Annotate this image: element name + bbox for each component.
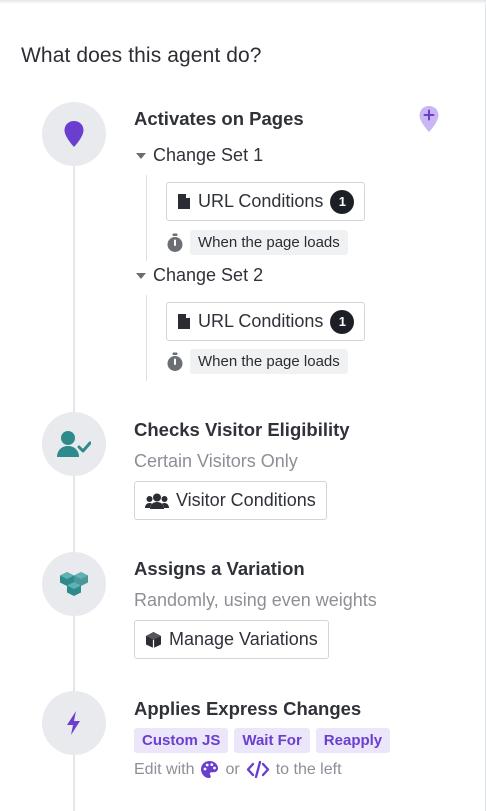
- change-set-2-toggle[interactable]: Change Set 2: [136, 265, 263, 286]
- tag-custom-js[interactable]: Custom JS: [134, 728, 229, 753]
- trigger-row-1: When the page loads: [166, 230, 348, 255]
- step-express-circle: [42, 691, 106, 755]
- user-check-icon: [57, 431, 91, 457]
- file-icon: [178, 194, 190, 209]
- stopwatch-icon: [167, 233, 183, 252]
- step-eligibility-title: Checks Visitor Eligibility: [134, 419, 350, 440]
- url-conditions-button-2[interactable]: URL Conditions 1: [166, 302, 366, 341]
- change-set-1-rail: [146, 175, 147, 261]
- edit-hint-suffix: to the left: [275, 760, 342, 778]
- visitor-conditions-label: Visitor Conditions: [176, 490, 316, 510]
- tag-wait-for[interactable]: Wait For: [234, 728, 310, 753]
- edit-hint-prefix: Edit with: [134, 760, 195, 778]
- edit-hint: Edit with or to the left: [134, 760, 342, 779]
- step-variation-title: Assigns a Variation: [134, 558, 305, 579]
- step-variation-subtitle: Randomly, using even weights: [134, 590, 377, 610]
- edit-hint-or: or: [225, 760, 240, 778]
- caret-down-icon: [136, 152, 146, 159]
- manage-variations-button[interactable]: Manage Variations: [134, 620, 329, 659]
- lightning-icon: [67, 711, 80, 735]
- step-activates-title: Activates on Pages: [134, 108, 304, 129]
- agent-summary-panel: What does this agent do? Activates on Pa…: [0, 0, 486, 811]
- manage-variations-label: Manage Variations: [169, 629, 318, 649]
- trigger-chip[interactable]: When the page loads: [190, 349, 348, 374]
- step-variation-circle: [42, 552, 106, 616]
- top-divider: [0, 0, 486, 4]
- url-conditions-label: URL Conditions: [198, 311, 324, 331]
- change-set-2-rail: [146, 295, 147, 381]
- caret-down-icon: [136, 272, 146, 279]
- boxes-icon: [60, 572, 88, 596]
- change-set-label: Change Set 2: [153, 265, 264, 285]
- visitor-conditions-button[interactable]: Visitor Conditions: [134, 481, 327, 520]
- url-conditions-count: 1: [330, 189, 355, 214]
- express-tags: Custom JS Wait For Reapply: [134, 728, 391, 753]
- page-title: What does this agent do?: [21, 44, 262, 67]
- stopwatch-icon: [167, 352, 183, 371]
- users-icon: [145, 493, 169, 509]
- palette-icon[interactable]: [200, 760, 219, 779]
- step-activates-circle: [42, 102, 106, 166]
- add-page-pin-icon[interactable]: [418, 105, 440, 133]
- code-icon[interactable]: [246, 761, 270, 778]
- url-conditions-button-1[interactable]: URL Conditions 1: [166, 182, 366, 221]
- step-eligibility-subtitle: Certain Visitors Only: [134, 451, 298, 471]
- file-icon: [178, 314, 190, 329]
- step-eligibility-circle: [42, 412, 106, 476]
- change-set-label: Change Set 1: [153, 145, 264, 165]
- change-set-1-toggle[interactable]: Change Set 1: [136, 145, 263, 166]
- map-pin-icon: [64, 121, 84, 147]
- url-conditions-count: 1: [330, 309, 355, 334]
- cube-icon: [146, 631, 161, 648]
- trigger-chip[interactable]: When the page loads: [190, 230, 348, 255]
- step-express-title: Applies Express Changes: [134, 698, 362, 719]
- trigger-row-2: When the page loads: [166, 349, 348, 374]
- tag-reapply[interactable]: Reapply: [315, 728, 391, 753]
- url-conditions-label: URL Conditions: [198, 191, 324, 211]
